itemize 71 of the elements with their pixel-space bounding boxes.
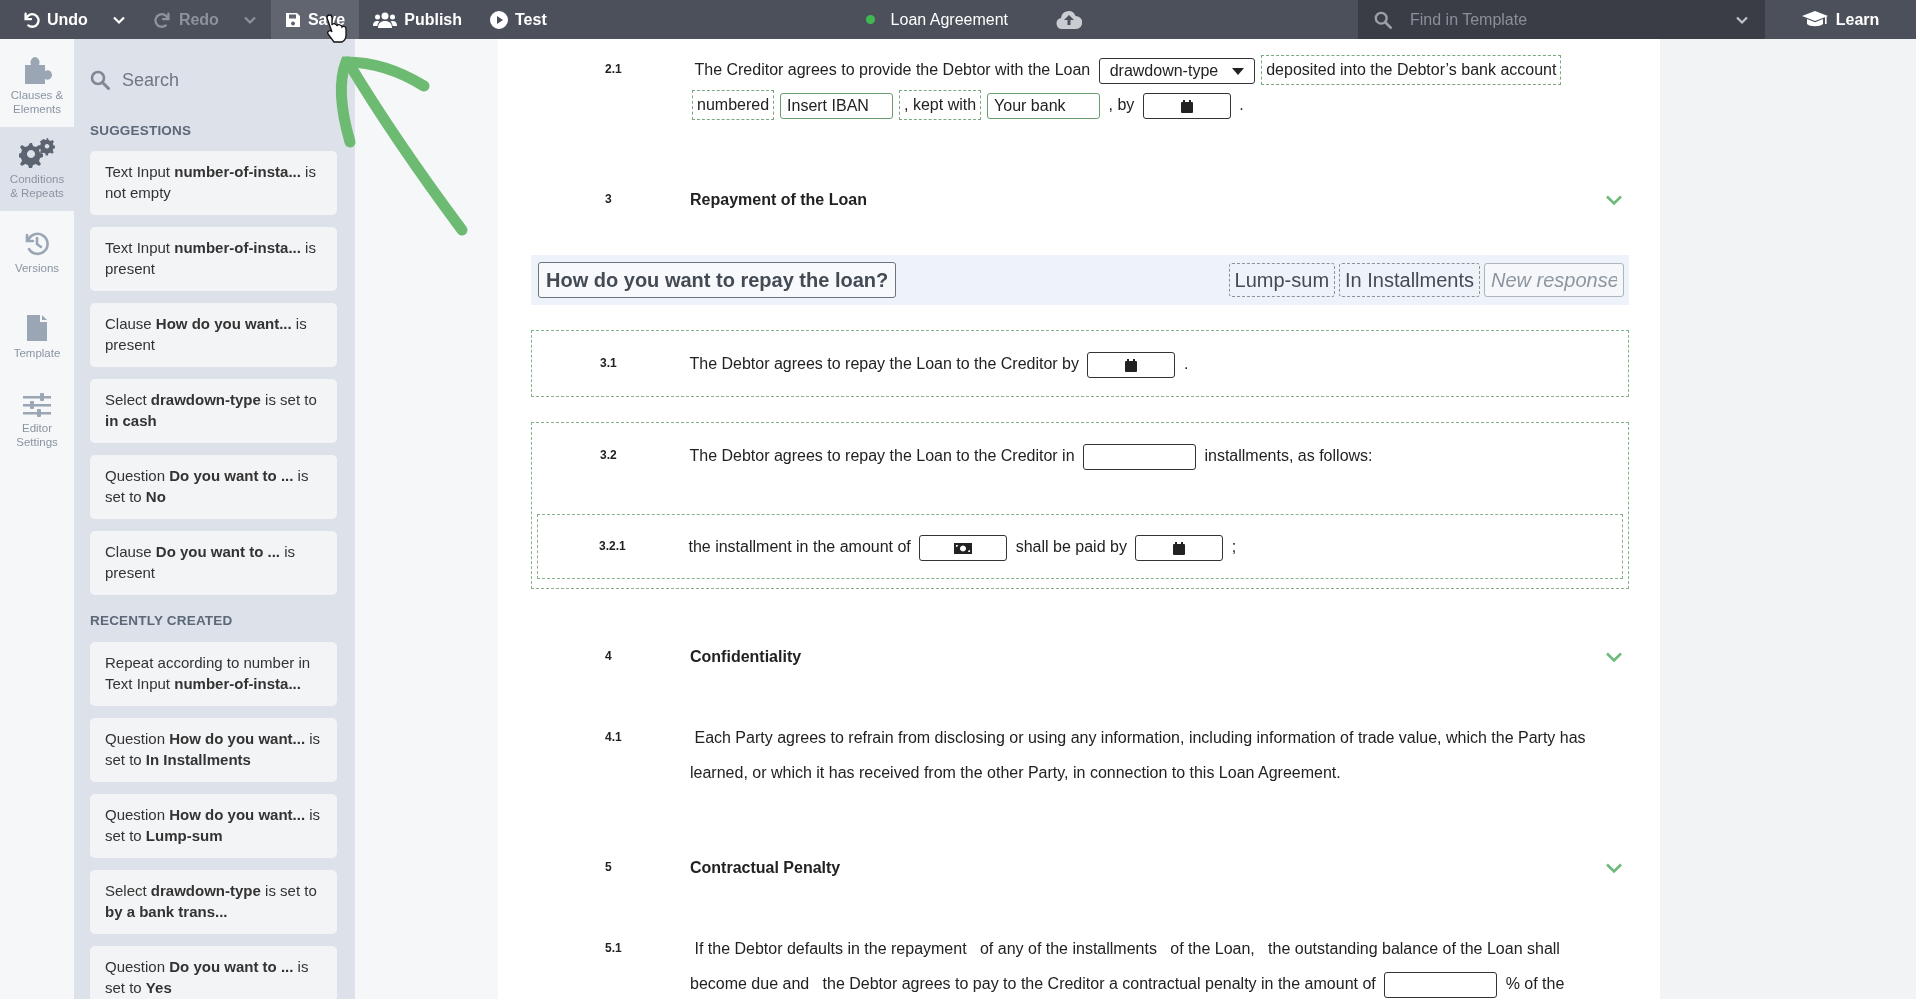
suggestion-card[interactable]: Select drawdown-type is set to in cash xyxy=(90,379,337,444)
gears-icon xyxy=(19,137,55,168)
section-heading: SUGGESTIONS xyxy=(90,122,193,140)
clause-text: The Debtor agrees to repay the Loan to the Creditor in installments, as follows: xyxy=(685,438,1628,473)
suggestion-card[interactable]: Clause Do you want to ... is present xyxy=(90,531,337,596)
suggestion-card[interactable]: Question How do you want... is set to Lump-sum xyxy=(90,793,337,858)
section-heading: Confidentiality xyxy=(690,647,803,667)
calendar-icon xyxy=(1125,359,1138,373)
clause-number: 3.2 xyxy=(600,447,618,464)
find-field[interactable]: Find in Template xyxy=(1408,6,1719,33)
date-field[interactable] xyxy=(1135,534,1224,561)
section-number: 3 xyxy=(605,191,613,208)
text-field[interactable] xyxy=(1384,971,1498,998)
conditional-text[interactable]: , kept with xyxy=(899,90,982,120)
redo-icon xyxy=(153,10,172,29)
question-label[interactable]: How do you want to repay the loan? xyxy=(538,262,897,298)
banknote-icon xyxy=(954,543,973,555)
date-field[interactable] xyxy=(1142,92,1231,119)
suggestion-card[interactable]: Text Input number-of-insta... is not empty xyxy=(90,151,337,216)
clause-text: the installment in the amount of shall be paid by ; xyxy=(684,529,1622,564)
text-field[interactable] xyxy=(1083,443,1196,470)
clause-text: The Creditor agrees to provide the Debtor with the Loan drawdown-type deposited into the Debtor’s bank account numbered Insert IBAN , kept with Your bank , by . xyxy=(690,52,1629,122)
text-field[interactable]: Insert IBAN xyxy=(780,92,894,119)
date-field[interactable] xyxy=(1087,351,1176,378)
text-field[interactable]: Your bank xyxy=(987,92,1101,119)
response-option[interactable]: Lump-sum xyxy=(1228,263,1336,297)
find-box[interactable]: Find in Template xyxy=(1358,0,1765,39)
select-field[interactable]: drawdown-type xyxy=(1098,57,1256,84)
clause-number: 3.2.1 xyxy=(599,538,627,555)
cloud-upload-icon[interactable] xyxy=(1056,10,1082,31)
play-icon xyxy=(490,10,509,29)
undo-icon xyxy=(22,10,40,29)
search-icon xyxy=(1374,10,1392,29)
conditional-text[interactable]: numbered xyxy=(692,90,775,120)
section-heading: Repayment of the Loan xyxy=(690,190,868,210)
suggestion-card[interactable]: Question Do you want to ... is set to Yes xyxy=(90,945,337,999)
response-option[interactable]: In Installments xyxy=(1339,263,1480,297)
conditional-text[interactable]: deposited into the Debtor’s bank account xyxy=(1261,55,1562,85)
section-number: 5 xyxy=(605,859,613,876)
section-number: 4 xyxy=(605,648,613,665)
caret-icon xyxy=(1232,67,1245,76)
history-icon xyxy=(24,230,50,257)
suggestion-card[interactable]: Text Input number-of-insta... is present xyxy=(90,227,337,292)
graduation-cap-icon xyxy=(1801,10,1828,29)
search-icon xyxy=(90,70,110,90)
clause-text: Each Party agrees to refrain from disclosing or using any information, including information of trade value, which the Party has learned, or which it has received from the other Party, in connection to this Loan Agreement. xyxy=(690,728,1587,783)
section-heading: Contractual Penalty xyxy=(690,858,842,878)
section-heading: RECENTLY CREATED xyxy=(90,612,234,631)
file-icon xyxy=(26,313,48,342)
publish-button[interactable]: Publish xyxy=(359,0,477,39)
amount-field[interactable] xyxy=(919,534,1008,561)
clause-number: 3.1 xyxy=(600,355,618,372)
calendar-icon xyxy=(1180,100,1193,114)
suggestion-card[interactable]: Question How do you want... is set to In Installments xyxy=(90,717,337,782)
suggestion-card[interactable]: Clause How do you want... is present xyxy=(90,303,337,368)
clause-number: 5.1 xyxy=(605,940,623,957)
suggestion-card[interactable]: Select drawdown-type is set to by a bank trans... xyxy=(90,869,337,934)
undo-button[interactable]: Undo xyxy=(8,0,140,39)
sliders-icon xyxy=(23,392,51,417)
clause-text: The Debtor agrees to repay the Loan to the Creditor by . xyxy=(685,346,1628,381)
search-field[interactable]: Search xyxy=(120,65,320,95)
clause-number: 4.1 xyxy=(605,729,623,746)
clause-text: If the Debtor defaults in the repayment of any of the installments of the Loan, the outstanding balance of the Loan shall become due and the Debtor agrees to pay to the Creditor a contractual penalty in the amount of % of the xyxy=(690,931,1629,999)
save-icon xyxy=(284,11,301,28)
clause-number: 2.1 xyxy=(605,61,623,78)
calendar-icon xyxy=(1173,542,1186,556)
users-icon xyxy=(373,11,398,28)
document-title: Loan Agreement xyxy=(890,9,1008,30)
test-button[interactable]: Test xyxy=(476,0,561,39)
suggestion-card[interactable]: Question Do you want to ... is set to No xyxy=(90,455,337,520)
suggestion-card[interactable]: Repeat according to number in Text Input number-of-insta... xyxy=(90,641,337,706)
